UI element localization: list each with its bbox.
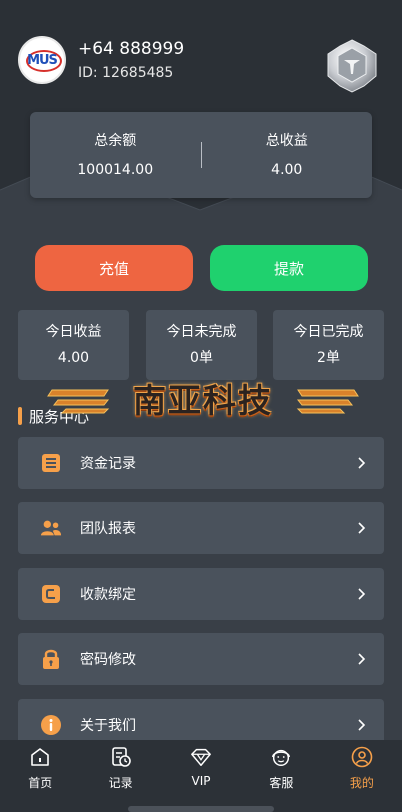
avatar-logo-text: MUS [27, 52, 58, 68]
tab-label: 记录 [108, 776, 133, 790]
total-balance: 总余额 100014.00 [30, 131, 201, 180]
menu-item-change-password[interactable]: 密码修改 [18, 633, 384, 685]
user-id: ID: 12685485 [78, 64, 174, 81]
stat-today-income: 今日收益 4.00 [18, 310, 129, 380]
chevron-right-icon [358, 653, 366, 665]
chevron-right-icon [358, 588, 366, 600]
menu-item-payment-binding[interactable]: 收款绑定 [18, 568, 384, 620]
diamond-icon [191, 748, 211, 766]
menu-label: 收款绑定 [80, 587, 136, 603]
tab-customer-service[interactable]: 客服 [241, 740, 321, 812]
stat-value: 4.00 [57, 350, 90, 366]
list-icon [40, 452, 62, 474]
stat-label: 今日未完成 [166, 324, 237, 340]
brand-text: 南亚科技 [133, 381, 273, 420]
menu-label: 密码修改 [80, 652, 136, 668]
chevron-right-icon [358, 457, 366, 469]
vip-badge-icon[interactable] [324, 38, 380, 94]
total-balance-value: 100014.00 [77, 161, 154, 178]
record-icon [111, 747, 131, 767]
bottom-tab-bar: 首页 记录 VIP 客服 我的 [0, 740, 402, 812]
stat-today-pending: 今日未完成 0单 [146, 310, 257, 380]
home-icon [31, 748, 50, 766]
stat-value: 0单 [190, 350, 213, 366]
tab-label: 我的 [349, 776, 374, 790]
total-income-value: 4.00 [271, 161, 303, 178]
info-icon [40, 714, 62, 736]
brand-banner: 南亚科技 [38, 374, 368, 430]
total-income-label: 总收益 [265, 132, 308, 149]
menu-item-team-report[interactable]: 团队报表 [18, 502, 384, 554]
stat-today-completed: 今日已完成 2单 [273, 310, 384, 380]
menu-label: 资金记录 [80, 456, 136, 472]
user-info: +64 888999 ID: 12685485 [78, 38, 184, 83]
tab-records[interactable]: 记录 [80, 740, 160, 812]
team-icon [40, 517, 62, 539]
customer-service-icon [272, 749, 291, 766]
stat-label: 今日已完成 [293, 324, 364, 340]
menu-item-fund-records[interactable]: 资金记录 [18, 437, 384, 489]
tab-label: VIP [191, 774, 211, 788]
chevron-right-icon [358, 522, 366, 534]
chevron-right-icon [358, 719, 366, 731]
tab-label: 客服 [269, 776, 294, 790]
tab-home[interactable]: 首页 [0, 740, 80, 812]
section-accent-bar [18, 407, 22, 425]
total-balance-label: 总余额 [94, 132, 137, 149]
stat-label: 今日收益 [45, 324, 102, 340]
stat-value: 2单 [317, 350, 340, 366]
balance-card: 总余额 100014.00 总收益 4.00 [30, 112, 372, 198]
profile-icon [351, 746, 373, 768]
total-income: 总收益 4.00 [202, 131, 373, 180]
withdraw-button[interactable]: 提款 [210, 245, 368, 291]
user-phone: +64 888999 [78, 38, 185, 59]
lock-icon [40, 648, 62, 670]
recharge-button[interactable]: 充值 [35, 245, 193, 291]
home-indicator [128, 806, 274, 812]
tab-profile[interactable]: 我的 [322, 740, 402, 812]
tab-vip[interactable]: VIP [161, 740, 241, 812]
menu-label: 关于我们 [80, 718, 136, 734]
tab-label: 首页 [28, 776, 53, 790]
menu-label: 团队报表 [80, 521, 136, 537]
card-icon [40, 583, 62, 605]
avatar[interactable]: MUS [18, 36, 66, 84]
